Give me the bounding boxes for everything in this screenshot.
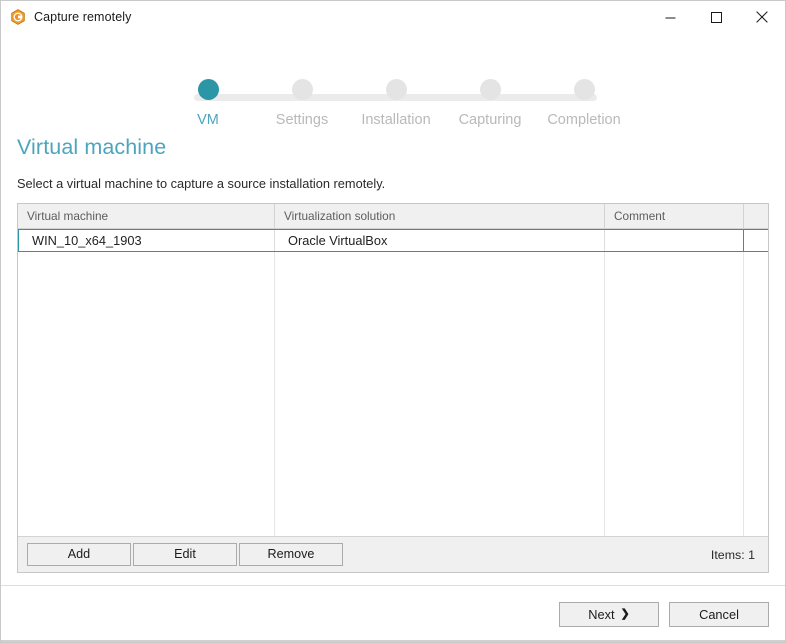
step-capturing[interactable]: Capturing xyxy=(443,79,537,128)
page-content: Virtual machine Select a virtual machine… xyxy=(1,119,785,573)
step-installation-label: Installation xyxy=(361,112,431,128)
next-button[interactable]: Next ❯ xyxy=(559,601,659,627)
cell-virtual-machine: WIN_10_x64_1903 xyxy=(18,230,275,251)
column-header-virtualization-solution[interactable]: Virtualization solution xyxy=(275,204,605,228)
step-vm[interactable]: VM xyxy=(161,79,255,128)
step-capturing-label: Capturing xyxy=(458,112,522,128)
separator-col-3 xyxy=(605,252,744,536)
cell-comment xyxy=(605,230,744,251)
table-row[interactable]: WIN_10_x64_1903 Oracle VirtualBox xyxy=(18,229,768,252)
cancel-button[interactable]: Cancel xyxy=(669,601,769,627)
step-installation-dot xyxy=(385,79,407,100)
minimize-icon xyxy=(665,17,675,18)
dialog-footer: Next ❯ Cancel xyxy=(1,585,785,642)
step-settings-label: Settings xyxy=(275,112,329,128)
grid-header-row: Virtual machine Virtualization solution … xyxy=(18,204,768,229)
step-settings-dot xyxy=(291,79,313,100)
grid-body: WIN_10_x64_1903 Oracle VirtualBox xyxy=(18,229,768,536)
maximize-icon xyxy=(710,11,722,23)
step-completion[interactable]: Completion xyxy=(537,79,631,128)
grid-column-separators xyxy=(18,252,768,536)
remove-button[interactable]: Remove xyxy=(239,543,343,566)
separator-col-4 xyxy=(744,252,768,536)
next-button-label: Next xyxy=(588,606,615,622)
window-bottom-edge xyxy=(1,640,785,642)
capture-hexagon-icon xyxy=(11,9,25,25)
separator-col-2 xyxy=(275,252,605,536)
step-vm-dot xyxy=(197,79,219,100)
step-completion-label: Completion xyxy=(547,112,621,128)
page-title: Virtual machine xyxy=(17,135,167,159)
cell-extra xyxy=(744,230,768,251)
step-settings[interactable]: Settings xyxy=(255,79,349,128)
step-completion-dot xyxy=(573,79,595,100)
column-header-comment[interactable]: Comment xyxy=(605,204,744,228)
wizard-stepper: VM Settings Installation Capturing Compl… xyxy=(1,41,785,128)
step-capturing-dot xyxy=(479,79,501,100)
close-icon xyxy=(756,11,768,23)
separator-col-1 xyxy=(18,252,275,536)
maximize-button[interactable] xyxy=(693,1,739,33)
chevron-right-icon: ❯ xyxy=(620,607,630,620)
page-description: Select a virtual machine to capture a so… xyxy=(17,176,386,191)
window-controls xyxy=(647,1,785,33)
minimize-button[interactable] xyxy=(647,1,693,33)
virtual-machines-grid: Virtual machine Virtualization solution … xyxy=(17,203,769,573)
step-vm-label: VM xyxy=(197,112,219,128)
title-bar: Capture remotely xyxy=(1,1,785,33)
column-header-virtual-machine[interactable]: Virtual machine xyxy=(18,204,275,228)
close-button[interactable] xyxy=(739,1,785,33)
window-title: Capture remotely xyxy=(34,10,132,24)
items-count-label: Items: 1 xyxy=(710,547,755,562)
add-button[interactable]: Add xyxy=(27,543,131,566)
edit-button[interactable]: Edit xyxy=(133,543,237,566)
column-header-extra[interactable] xyxy=(744,204,768,228)
step-installation[interactable]: Installation xyxy=(349,79,443,128)
capture-remotely-dialog: Capture remotely VM Settings Installatio… xyxy=(0,0,786,643)
grid-toolbar: Add Edit Remove Items: 1 xyxy=(18,536,768,572)
cell-virtualization-solution: Oracle VirtualBox xyxy=(275,230,605,251)
